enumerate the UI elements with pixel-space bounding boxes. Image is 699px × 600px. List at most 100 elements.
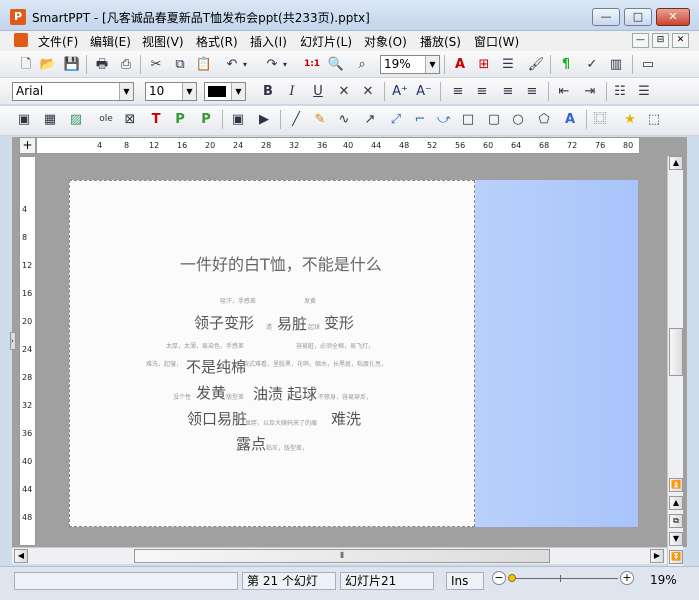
- mdi-minimize-button[interactable]: —: [632, 33, 649, 48]
- image-icon[interactable]: ▨: [66, 110, 86, 129]
- chevron-down-icon[interactable]: ▼: [425, 56, 439, 73]
- chart-icon[interactable]: ▥: [606, 55, 626, 74]
- redo-dropdown-icon[interactable]: ▾: [280, 55, 290, 74]
- prev-slide-icon[interactable]: ▲: [669, 496, 683, 510]
- font-name-combo[interactable]: Arial ▼: [12, 82, 134, 101]
- underline-icon[interactable]: U: [308, 82, 328, 101]
- maximize-button[interactable]: □: [624, 8, 652, 26]
- grow-font-icon[interactable]: A⁺: [390, 82, 410, 101]
- cut-icon[interactable]: ✂: [146, 55, 166, 74]
- print-icon[interactable]: 🖶: [92, 55, 112, 74]
- zoom-in-icon[interactable]: +: [620, 571, 634, 585]
- slide-icon[interactable]: ▭: [638, 55, 658, 74]
- elbow-icon[interactable]: ⌐: [410, 110, 430, 129]
- menu-edit[interactable]: 编辑(E): [90, 33, 131, 50]
- undo-dropdown-icon[interactable]: ▾: [240, 55, 250, 74]
- left-pane-toggle[interactable]: ›: [10, 332, 16, 350]
- outdent-icon[interactable]: ⇤: [554, 82, 574, 101]
- slide-frame-icon[interactable]: ▣: [228, 110, 248, 129]
- menu-insert[interactable]: 插入(I): [250, 33, 287, 50]
- curved-connector-icon[interactable]: ⤻: [434, 110, 454, 129]
- shrink-font-icon[interactable]: A⁻: [414, 82, 434, 101]
- zoom-out-icon[interactable]: −: [492, 571, 506, 585]
- mdi-restore-button[interactable]: ⊟: [652, 33, 669, 48]
- curve-icon[interactable]: ∿: [334, 110, 354, 129]
- align-center-icon[interactable]: ≡: [472, 82, 492, 101]
- indent-icon[interactable]: ⇥: [580, 82, 600, 101]
- table-icon[interactable]: ▦: [40, 110, 60, 129]
- save-icon[interactable]: 💾: [62, 55, 82, 74]
- layout-icon[interactable]: ▣: [14, 110, 34, 129]
- ole-icon[interactable]: ole: [96, 110, 116, 129]
- group-icon[interactable]: ⿴: [590, 110, 610, 129]
- picture-icon[interactable]: P: [170, 110, 190, 129]
- arrow-icon[interactable]: ↗: [360, 110, 380, 129]
- vertical-scrollbar[interactable]: ▲ ⏫ ▲ ⧉ ▼ ⏬: [667, 156, 683, 566]
- align-right-icon[interactable]: ≡: [498, 82, 518, 101]
- ruler-corner-icon[interactable]: +: [19, 137, 36, 154]
- redo-icon[interactable]: ↷: [262, 55, 282, 74]
- pdf-icon[interactable]: ⎙: [116, 55, 136, 74]
- chevron-down-icon[interactable]: ▼: [119, 83, 133, 100]
- menu-file[interactable]: 文件(F): [38, 33, 78, 50]
- minimize-button[interactable]: —: [592, 8, 620, 26]
- justify-icon[interactable]: ≡: [522, 82, 542, 101]
- format-icon[interactable]: ¶: [556, 55, 576, 74]
- last-slide-icon[interactable]: ⏬: [669, 550, 683, 564]
- new-slide-icon[interactable]: ⧉: [669, 514, 683, 528]
- scroll-right-icon[interactable]: ▶: [650, 549, 664, 563]
- spell-icon[interactable]: ✓: [582, 55, 602, 74]
- bold-icon[interactable]: B: [258, 82, 278, 101]
- pen-icon[interactable]: ✎: [310, 110, 330, 129]
- mdi-close-button[interactable]: ✕: [672, 33, 689, 48]
- new-icon[interactable]: 🗋: [16, 55, 36, 74]
- font-size-combo[interactable]: 10 ▼: [145, 82, 197, 101]
- vertical-ruler[interactable]: 4 8 12 16 20 24 28 32 36 40 44 48: [19, 156, 36, 546]
- strikethrough-icon[interactable]: ✕: [334, 82, 354, 101]
- shape-icon[interactable]: ⬠: [534, 110, 554, 129]
- menu-window[interactable]: 窗口(W): [474, 33, 519, 50]
- fullsize-icon[interactable]: 1:1: [302, 55, 322, 74]
- find-icon[interactable]: ⌕: [352, 55, 372, 74]
- rectangle-icon[interactable]: □: [458, 110, 478, 129]
- chevron-down-icon[interactable]: ▼: [182, 83, 196, 100]
- scroll-thumb[interactable]: ⦀: [134, 549, 550, 563]
- text-art-icon[interactable]: A: [560, 110, 580, 129]
- close-button[interactable]: ✕: [656, 8, 690, 26]
- placeholder-icon[interactable]: ⊠: [120, 110, 140, 129]
- rounded-rect-icon[interactable]: ▢: [484, 110, 504, 129]
- scroll-left-icon[interactable]: ◀: [14, 549, 28, 563]
- next-slide-icon[interactable]: ▼: [669, 532, 683, 546]
- undo-icon[interactable]: ↶: [222, 55, 242, 74]
- notes-icon[interactable]: ☰: [498, 55, 518, 74]
- ellipse-icon[interactable]: ○: [508, 110, 528, 129]
- zoom-icon[interactable]: 🔍: [326, 55, 346, 74]
- line-icon[interactable]: ╱: [286, 110, 306, 129]
- zoom-slider-thumb[interactable]: [508, 574, 516, 582]
- menu-object[interactable]: 对象(O): [364, 33, 407, 50]
- zoom-combo[interactable]: 19% ▼: [380, 55, 440, 74]
- copy-icon[interactable]: ⧉: [170, 55, 190, 74]
- title-icon[interactable]: T: [146, 110, 166, 129]
- textbox-icon[interactable]: P: [196, 110, 216, 129]
- menu-slide[interactable]: 幻灯片(L): [300, 33, 352, 50]
- brush-icon[interactable]: 🖌: [526, 55, 546, 74]
- zoom-slider[interactable]: [510, 578, 618, 579]
- scroll-thumb[interactable]: [669, 328, 683, 376]
- number-list-icon[interactable]: ☰: [634, 82, 654, 101]
- horizontal-scrollbar[interactable]: ◀ ⦀ ▶: [12, 547, 667, 564]
- first-slide-icon[interactable]: ⏫: [669, 478, 683, 492]
- connector-icon[interactable]: ⤢: [386, 110, 406, 129]
- double-strike-icon[interactable]: ✕: [358, 82, 378, 101]
- bullet-list-icon[interactable]: ☷: [610, 82, 630, 101]
- align-left-icon[interactable]: ≡: [448, 82, 468, 101]
- chevron-down-icon[interactable]: ▼: [231, 83, 245, 100]
- font-color-combo[interactable]: ▼: [204, 82, 246, 101]
- menu-format[interactable]: 格式(R): [196, 33, 238, 50]
- document-icon[interactable]: [14, 33, 28, 47]
- video-icon[interactable]: ▶: [254, 110, 274, 129]
- paste-icon[interactable]: 📋: [194, 55, 214, 74]
- text-color-icon[interactable]: A: [450, 55, 470, 74]
- italic-icon[interactable]: I: [282, 82, 302, 101]
- select-icon[interactable]: ⬚: [644, 110, 664, 129]
